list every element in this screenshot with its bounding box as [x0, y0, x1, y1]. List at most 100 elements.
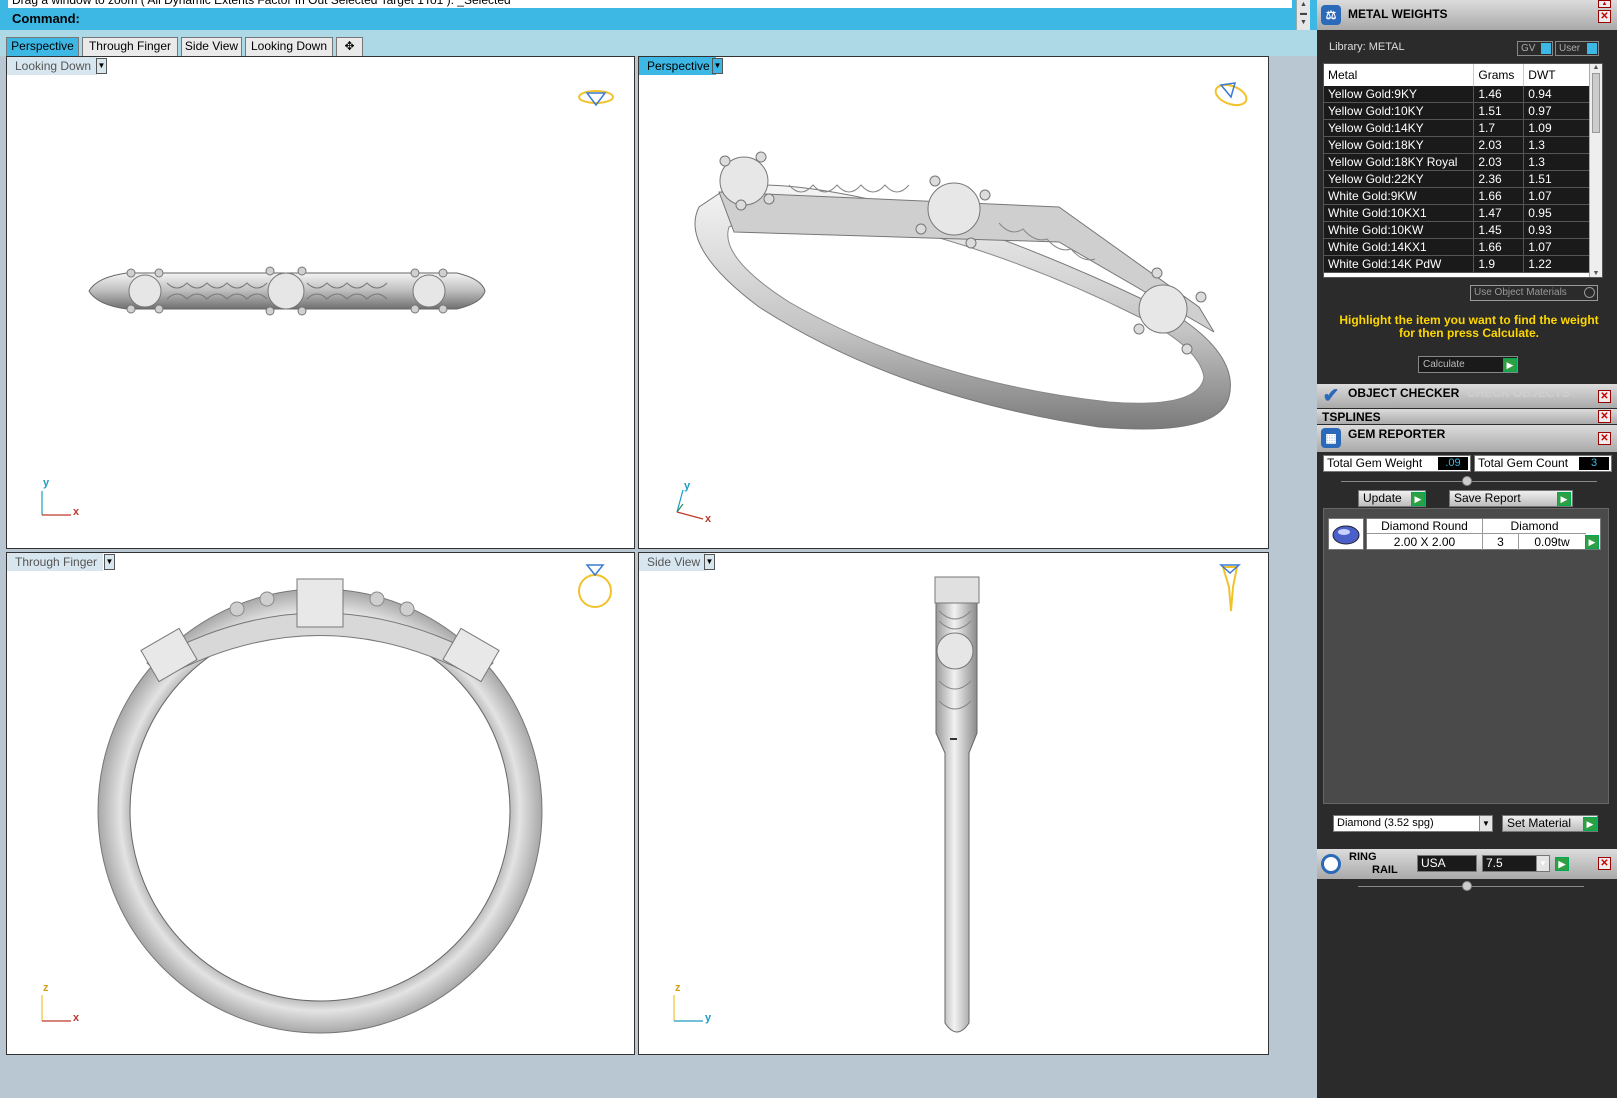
save-report-label: Save Report — [1454, 491, 1521, 505]
total-gem-count-label: Total Gem Count — [1478, 456, 1569, 470]
column-header-metal[interactable]: Metal — [1324, 64, 1475, 86]
update-go-icon[interactable]: ▶ — [1411, 492, 1425, 506]
grams-cell: 1.51 — [1473, 102, 1525, 120]
total-gem-weight-value: .09 — [1438, 457, 1468, 470]
table-row[interactable]: Yellow Gold:14KY 1.7 1.09 — [1324, 119, 1590, 137]
gem-list: Diamond Round Diamond 2.00 X 2.00 3 0.09… — [1323, 508, 1609, 804]
viewport-looking-down[interactable]: Looking Down ▼ y x — [6, 56, 635, 549]
table-header-row: Metal Grams DWT — [1324, 64, 1590, 86]
use-object-materials-label: Use Object Materials — [1474, 287, 1567, 298]
panel-scroll-up-icon[interactable]: ▲ — [1598, 0, 1611, 8]
table-row[interactable]: Yellow Gold:18KY Royal 2.03 1.3 — [1324, 153, 1590, 171]
table-row[interactable]: Yellow Gold:9KY 1.46 0.94 — [1324, 86, 1590, 103]
grams-cell: 1.45 — [1473, 221, 1525, 239]
tab-through-finger[interactable]: Through Finger — [82, 37, 178, 56]
ring-rail-slider-handle[interactable] — [1462, 881, 1472, 891]
scroll-mid-icon[interactable]: ▬ — [1297, 9, 1310, 18]
ring-size-standard-input[interactable]: USA — [1417, 855, 1477, 872]
close-icon[interactable]: ✕ — [1598, 432, 1611, 445]
check-objects-button[interactable]: CHECK OBJECTS — [1467, 386, 1570, 400]
axis-x-label: x — [73, 506, 80, 518]
view-gizmo-icon — [578, 90, 614, 107]
table-scrollbar[interactable]: ▲ ▼ — [1589, 64, 1602, 277]
table-row[interactable]: Yellow Gold:18KY 2.03 1.3 — [1324, 136, 1590, 154]
ring-size-select[interactable]: 7.5 ▼ — [1482, 855, 1550, 872]
dwt-cell: 0.95 — [1523, 204, 1590, 222]
update-label: Update — [1363, 491, 1402, 505]
metal-weights-header: ⚖ METAL WEIGHTS ✕ ▲ — [1317, 0, 1617, 30]
scroll-thumb[interactable] — [1592, 73, 1600, 133]
dwt-cell: 1.3 — [1523, 136, 1590, 154]
gem-thumbnail[interactable] — [1328, 518, 1364, 550]
gem-material-select[interactable]: Diamond (3.52 spg) ▼ — [1333, 815, 1493, 832]
metal-cell: Yellow Gold:14KY — [1324, 119, 1475, 137]
add-tab-icon[interactable]: ✥ — [336, 37, 363, 56]
metal-weights-table[interactable]: Metal Grams DWT Yellow Gold:9KY 1.46 0.94 Y… — [1323, 63, 1603, 278]
ring-front-view — [41, 564, 612, 1034]
table-row[interactable]: Yellow Gold:10KY 1.51 0.97 — [1324, 102, 1590, 120]
grams-cell: 1.47 — [1473, 204, 1525, 222]
tab-perspective[interactable]: Perspective — [6, 37, 79, 56]
dwt-cell: 0.94 — [1523, 86, 1590, 103]
report-icon: ▦ — [1321, 428, 1341, 448]
close-icon[interactable]: ✕ — [1598, 410, 1611, 423]
gem-weight: 0.09tw — [1534, 535, 1570, 549]
set-material-go-icon[interactable]: ▶ — [1583, 817, 1597, 831]
close-icon[interactable]: ✕ — [1598, 857, 1611, 870]
scroll-down-icon[interactable]: ▼ — [1297, 18, 1310, 27]
viewport-through-finger[interactable]: Through Finger ▼ z x — [6, 552, 635, 1055]
save-report-button[interactable]: Save Report — [1449, 490, 1573, 507]
scroll-up-icon[interactable]: ▲ — [1590, 64, 1602, 71]
view-gizmo-icon — [578, 564, 612, 608]
calculate-hint: Highlight the item you want to find the … — [1339, 313, 1599, 340]
user-toggle[interactable]: User — [1555, 41, 1599, 56]
view-gizmo-icon — [1219, 564, 1241, 612]
user-switch-icon — [1587, 43, 1597, 54]
gem-count: 3 — [1483, 534, 1519, 550]
viewport-perspective[interactable]: Perspective ▼ y x — [638, 56, 1269, 549]
column-header-grams[interactable]: Grams — [1473, 64, 1525, 86]
axis-y-label: y — [43, 477, 50, 489]
column-header-dwt[interactable]: DWT — [1523, 64, 1590, 86]
axis-y-label: y — [705, 1012, 712, 1024]
command-prompt[interactable]: Command: — [8, 10, 1292, 28]
table-row[interactable]: White Gold:14K PdW 1.9 1.22 — [1324, 255, 1590, 273]
table-row[interactable]: White Gold:14KX1 1.66 1.07 — [1324, 238, 1590, 256]
gem-go-icon[interactable]: ▶ — [1585, 535, 1599, 549]
close-icon[interactable]: ✕ — [1598, 390, 1611, 403]
ring-rail-go-icon[interactable]: ▶ — [1555, 857, 1569, 871]
dwt-cell: 1.3 — [1523, 153, 1590, 171]
ring-side-view — [673, 564, 1241, 1033]
metal-cell: White Gold:14K PdW — [1324, 255, 1475, 273]
table-row[interactable]: White Gold:9KW 1.66 1.07 — [1324, 187, 1590, 205]
use-object-materials-checkbox[interactable]: Use Object Materials — [1470, 285, 1598, 301]
command-scrollbar[interactable]: ▲ ▬ ▼ — [1296, 0, 1310, 30]
calculate-go-icon[interactable]: ▶ — [1503, 358, 1517, 372]
tab-side-view[interactable]: Side View — [181, 37, 242, 56]
gem-row[interactable]: Diamond Round Diamond 2.00 X 2.00 3 0.09… — [1366, 518, 1601, 550]
divider-slider-handle[interactable] — [1462, 476, 1472, 486]
viewport-side-view[interactable]: Side View ▼ z y — [638, 552, 1269, 1055]
chevron-down-icon: ▼ — [1536, 856, 1549, 871]
metal-cell: White Gold:10KW — [1324, 221, 1475, 239]
scroll-down-icon[interactable]: ▼ — [1590, 270, 1602, 277]
tab-looking-down[interactable]: Looking Down — [245, 37, 333, 56]
object-checker-title: OBJECT CHECKER — [1348, 386, 1460, 400]
total-gem-weight-field: Total Gem Weight .09 — [1323, 455, 1471, 472]
table-row[interactable]: White Gold:10KW 1.45 0.93 — [1324, 221, 1590, 239]
gem-shape: Diamond Round — [1367, 519, 1483, 534]
close-icon[interactable]: ✕ — [1598, 10, 1611, 23]
axis-x-label: x — [73, 1012, 80, 1024]
table-row[interactable]: White Gold:10KX1 1.47 0.95 — [1324, 204, 1590, 222]
ring-icon — [1321, 854, 1341, 874]
metal-cell: Yellow Gold:9KY — [1324, 86, 1475, 103]
scroll-up-icon[interactable]: ▲ — [1297, 0, 1310, 9]
ring-rail-title-line1: RING — [1349, 851, 1377, 863]
ring-rail-title-line2: RAIL — [1372, 864, 1398, 876]
save-report-go-icon[interactable]: ▶ — [1557, 492, 1571, 506]
metal-cell: Yellow Gold:18KY Royal — [1324, 153, 1475, 171]
table-row[interactable]: Yellow Gold:22KY 2.36 1.51 — [1324, 170, 1590, 188]
gem-material-select-value: Diamond (3.52 spg) — [1337, 817, 1434, 829]
gv-toggle[interactable]: GV — [1517, 41, 1553, 56]
gem-material: Diamond — [1483, 519, 1586, 534]
